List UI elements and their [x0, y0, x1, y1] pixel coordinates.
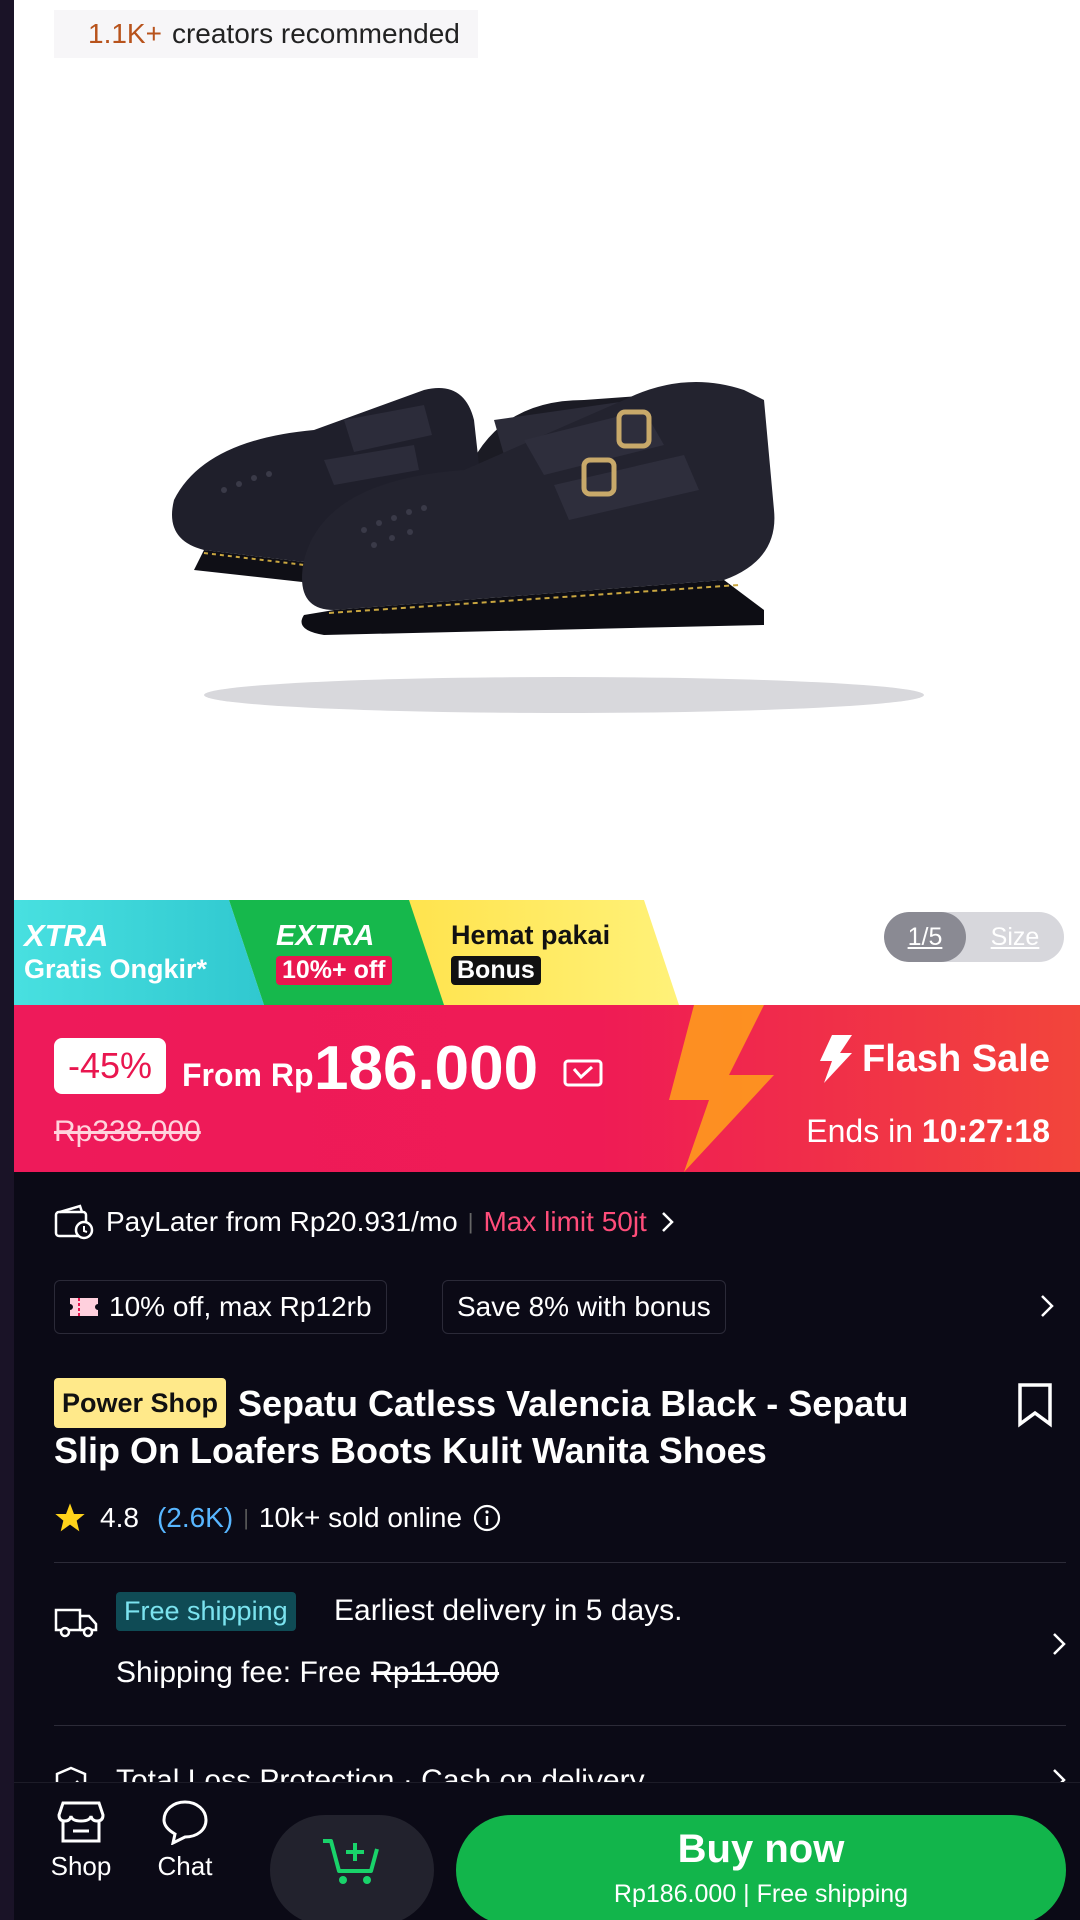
xtra-sub: Gratis Ongkir* [24, 954, 208, 984]
shipping-fee-original: Rp11.000 [371, 1656, 500, 1689]
ends-in-label: Ends in [806, 1113, 914, 1149]
original-price: Rp338.000 [54, 1115, 201, 1148]
product-title-row: Power Shop Sepatu Catless Valencia Black … [54, 1378, 1054, 1474]
chat-button[interactable]: Chat [140, 1799, 230, 1882]
chat-label: Chat [157, 1851, 213, 1881]
flash-sale-label: Flash Sale [818, 1035, 1050, 1083]
countdown: Ends in 10:27:18 [806, 1113, 1050, 1150]
separator: | [467, 1209, 474, 1234]
chevron-right-icon[interactable] [1040, 1294, 1054, 1318]
voucher-chip-discount[interactable]: 10% off, max Rp12rb [54, 1280, 387, 1334]
voucher-chip-bonus-label: Save 8% with bonus [457, 1291, 711, 1322]
separator: | [243, 1505, 249, 1530]
buy-now-label: Buy now [677, 1827, 845, 1871]
chevron-right-icon [1053, 1633, 1066, 1655]
info-icon[interactable] [472, 1503, 502, 1533]
chat-bubble-icon [162, 1800, 208, 1845]
shop-button[interactable]: Shop [36, 1799, 126, 1882]
lightning-decoration-icon [669, 1005, 774, 1172]
hemat-title: Hemat pakai [451, 920, 611, 950]
paylater-limit: Max limit 50jt [483, 1206, 647, 1237]
star-icon [55, 1503, 85, 1532]
flash-sale-banner: -45% From Rp 186.000 Rp338.000 Flash Sal… [14, 1005, 1080, 1172]
product-image[interactable] [164, 360, 944, 720]
divider [54, 1725, 1066, 1726]
free-shipping-badge: Free shipping [116, 1592, 296, 1631]
chevron-right-icon [661, 1212, 674, 1232]
buy-now-sublabel: Rp186.000 | Free shipping [613, 1880, 909, 1908]
bookmark-icon[interactable] [1016, 1382, 1054, 1428]
hemat-sub: Bonus [451, 956, 541, 985]
power-shop-badge: Power Shop [54, 1378, 227, 1428]
creators-count: 1.1K+ [88, 18, 162, 49]
voucher-chip-discount-label: 10% off, max Rp12rb [109, 1291, 372, 1322]
creators-text: creators recommended [171, 18, 460, 49]
add-to-cart-icon [323, 1839, 379, 1884]
gallery-pager[interactable]: 1/5 Size [884, 912, 1064, 962]
paylater-row[interactable]: PayLater from Rp20.931/mo | Max limit 50… [54, 1204, 675, 1240]
earliest-delivery: Earliest delivery in 5 days. [334, 1594, 683, 1627]
flash-sale-text: Flash Sale [862, 1037, 1050, 1080]
hemat-bonus-badge: Hemat pakai Bonus [404, 900, 679, 1005]
coupon-icon[interactable] [562, 1055, 604, 1091]
rating-row[interactable]: 4.8 (2.6K) | 10k+ sold online [54, 1502, 502, 1534]
screen-edge [0, 0, 14, 1920]
shipping-row[interactable]: Free shipping Earliest delivery in 5 day… [54, 1592, 1066, 1702]
extra-sub: 10%+ off [276, 956, 392, 985]
shipping-fee-label: Shipping fee: Free [116, 1656, 362, 1689]
creators-recommended-bar[interactable]: 1.1K+ creators recommended [54, 10, 478, 58]
divider [54, 1562, 1066, 1563]
paylater-text: PayLater from Rp20.931/mo [106, 1206, 458, 1237]
rating-score: 4.8 [100, 1502, 139, 1533]
product-details: PayLater from Rp20.931/mo | Max limit 50… [14, 1172, 1080, 1802]
ticket-icon [70, 1298, 98, 1316]
shoe-illustration [172, 382, 924, 713]
buy-now-button[interactable]: Buy now Rp186.000 | Free shipping [456, 1815, 1066, 1920]
store-icon [57, 1801, 105, 1843]
product-title-block: Power Shop Sepatu Catless Valencia Black … [54, 1378, 974, 1474]
discount-badge: -45% [54, 1038, 167, 1094]
from-label: From Rp [182, 1057, 314, 1093]
review-count[interactable]: (2.6K) [157, 1502, 233, 1534]
product-gallery[interactable]: 1.1K+ creators recommended XTRA Gratis O… [14, 0, 1080, 1005]
add-to-cart-button[interactable] [270, 1815, 434, 1920]
xtra-title: XTRA [24, 918, 109, 953]
countdown-timer: 10:27:18 [921, 1113, 1050, 1149]
wallet-clock-icon [54, 1204, 94, 1240]
shop-label: Shop [50, 1851, 112, 1881]
voucher-chip-bonus[interactable]: Save 8% with bonus [442, 1280, 726, 1334]
shipping-fee: Shipping fee: Free Rp11.000 [116, 1656, 499, 1690]
size-chart-link[interactable]: Size [966, 923, 1064, 952]
lightning-icon [820, 1035, 853, 1083]
bottom-action-bar: Shop Chat Buy now Rp186.000 | Free shipp… [14, 1782, 1080, 1920]
truck-icon [54, 1608, 98, 1638]
extra-title: EXTRA [276, 920, 375, 952]
sale-price: 186.000 [314, 1034, 539, 1103]
voucher-chips[interactable]: 10% off, max Rp12rb Save 8% with bonus [54, 1280, 1054, 1334]
sold-count: 10k+ sold online [258, 1502, 463, 1533]
gallery-index[interactable]: 1/5 [884, 912, 966, 962]
